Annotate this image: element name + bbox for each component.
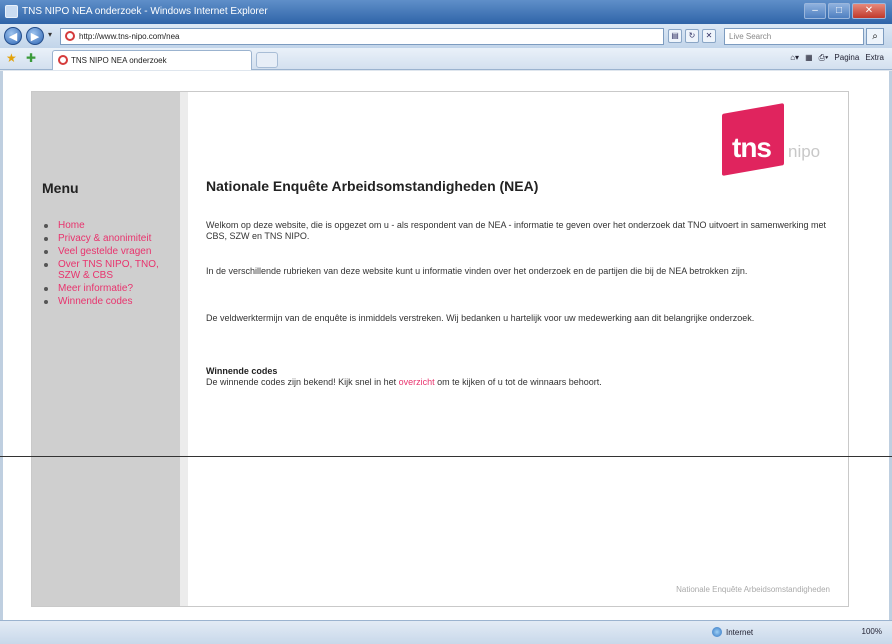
zone-label: Internet	[726, 627, 754, 637]
ie-app-icon	[5, 5, 18, 18]
logo-nipo-text: nipo	[788, 142, 821, 161]
ie-page-icon	[65, 31, 75, 41]
logo-tns-text: tns	[732, 132, 772, 163]
menu-title: Menu	[42, 180, 79, 196]
winners-text-before: De winnende codes zijn bekend! Kijk snel…	[206, 377, 397, 387]
sidebar-divider	[180, 92, 188, 606]
menu-list: Home Privacy & anonimiteit Veel gestelde…	[42, 220, 172, 309]
window-title-bar: TNS NIPO NEA onderzoek - Windows Interne…	[0, 0, 892, 24]
page-footer: Nationale Enquête Arbeidsomstandigheden	[676, 585, 830, 594]
tab-ie-icon	[58, 55, 68, 65]
zoom-level[interactable]: 100%	[862, 627, 882, 636]
search-input[interactable]: Live Search	[724, 28, 864, 45]
search-placeholder: Live Search	[729, 32, 772, 41]
horizontal-rule-line	[0, 456, 892, 457]
page-title: Nationale Enquête Arbeidsomstandigheden …	[206, 178, 539, 194]
menu-item-home[interactable]: Home	[42, 220, 172, 231]
print-icon[interactable]: ⎙▾	[819, 53, 829, 63]
sidebar: Menu Home Privacy & anonimiteit Veel ges…	[32, 92, 180, 606]
command-bar: ⌂▾ ▦ ⎙▾ Pagina Extra	[790, 53, 884, 63]
favorites-star-icon[interactable]: ★	[6, 51, 17, 65]
menu-item-winning-codes[interactable]: Winnende codes	[42, 296, 172, 307]
security-zone: Internet	[712, 627, 753, 637]
address-tools: ▤ ↻ ✕	[668, 29, 716, 43]
stop-icon[interactable]: ✕	[702, 29, 716, 43]
add-favorites-icon[interactable]: ✚	[26, 51, 36, 65]
history-dropdown-icon[interactable]: ▾	[48, 30, 52, 39]
feeds-icon[interactable]: ▦	[805, 53, 813, 63]
rubrics-paragraph: In de verschillende rubrieken van deze w…	[206, 266, 748, 276]
address-toolbar: ◀ ▶ ▾ http://www.tns-nipo.com/nea ▤ ↻ ✕ …	[0, 24, 892, 48]
intro-paragraph: Welkom op deze website, die is opgezet o…	[206, 220, 826, 241]
main-content: tns nipo Nationale Enquête Arbeidsomstan…	[198, 92, 842, 606]
overview-link[interactable]: overzicht	[399, 377, 435, 387]
winners-section: Winnende codes De winnende codes zijn be…	[206, 366, 836, 388]
winners-title: Winnende codes	[206, 366, 278, 376]
web-page: Menu Home Privacy & anonimiteit Veel ges…	[31, 91, 849, 607]
address-url: http://www.tns-nipo.com/nea	[79, 32, 180, 41]
globe-icon	[712, 627, 722, 637]
minimize-button[interactable]: –	[804, 3, 826, 19]
back-button[interactable]: ◀	[4, 27, 22, 45]
tab-active[interactable]: TNS NIPO NEA onderzoek	[52, 50, 252, 70]
address-input[interactable]: http://www.tns-nipo.com/nea	[60, 28, 664, 45]
status-bar: Internet 100%	[0, 620, 892, 644]
search-icon[interactable]: ⌕	[866, 28, 884, 45]
browser-viewport: Menu Home Privacy & anonimiteit Veel ges…	[0, 71, 892, 620]
menu-item-more-info[interactable]: Meer informatie?	[42, 283, 172, 294]
new-tab-button[interactable]	[256, 52, 278, 68]
menu-item-about[interactable]: Over TNS NIPO, TNO, SZW & CBS	[42, 259, 172, 281]
window-title: TNS NIPO NEA onderzoek - Windows Interne…	[22, 6, 268, 17]
command-page[interactable]: Pagina	[834, 53, 859, 63]
tab-bar: ★ ✚ TNS NIPO NEA onderzoek ⌂▾ ▦ ⎙▾ Pagin…	[0, 48, 892, 70]
tab-label: TNS NIPO NEA onderzoek	[71, 56, 167, 65]
tns-nipo-logo: tns nipo	[722, 103, 838, 184]
menu-item-faq[interactable]: Veel gestelde vragen	[42, 246, 172, 257]
compatibility-icon[interactable]: ▤	[668, 29, 682, 43]
home-icon[interactable]: ⌂▾	[790, 53, 799, 63]
refresh-icon[interactable]: ↻	[685, 29, 699, 43]
maximize-button[interactable]: □	[828, 3, 850, 19]
forward-button[interactable]: ▶	[26, 27, 44, 45]
window-controls: – □ ✕	[804, 3, 886, 19]
menu-item-privacy[interactable]: Privacy & anonimiteit	[42, 233, 172, 244]
close-button[interactable]: ✕	[852, 3, 886, 19]
command-tools[interactable]: Extra	[865, 53, 884, 63]
winners-text: De winnende codes zijn bekend! Kijk snel…	[206, 377, 836, 388]
winners-text-after: om te kijken of u tot de winnaars behoor…	[437, 377, 602, 387]
thanks-paragraph: De veldwerktermijn van de enquête is inm…	[206, 313, 755, 323]
